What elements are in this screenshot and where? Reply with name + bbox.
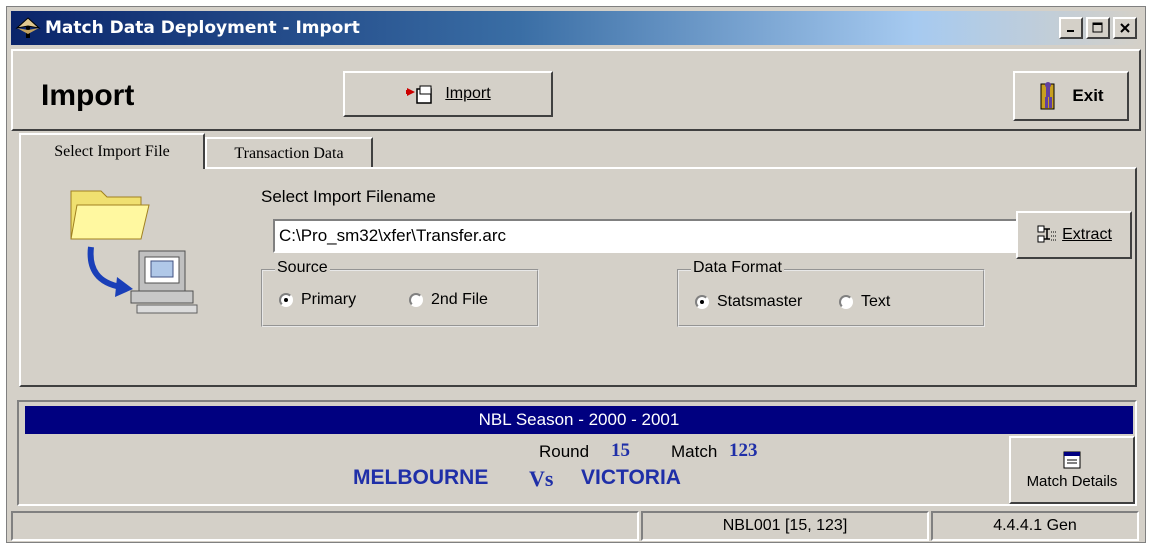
page-title: Import — [41, 79, 135, 112]
source-primary-radio[interactable]: Primary — [279, 291, 356, 309]
radio-label: Statsmaster — [717, 293, 803, 310]
radio-unselected-icon — [409, 293, 423, 307]
import-button-label: Import — [445, 85, 491, 102]
round-label: Round — [539, 442, 590, 461]
extract-button[interactable]: Extract — [1016, 211, 1132, 259]
radio-unselected-icon — [839, 295, 853, 309]
exit-button-label: Exit — [1072, 86, 1104, 105]
tab-control: Select Import File Transaction Data Sele… — [11, 133, 1141, 395]
extract-button-label: Extract — [1062, 226, 1112, 243]
status-left — [11, 511, 639, 541]
radio-label: Text — [861, 293, 891, 310]
computer-icon — [130, 250, 198, 314]
status-match-code: NBL001 [15, 123] — [641, 511, 929, 541]
close-button[interactable] — [1113, 17, 1137, 39]
match-details-button[interactable]: Match Details — [1009, 436, 1135, 504]
title-bar[interactable]: Match Data Deployment - Import — [11, 11, 1141, 45]
status-bar: NBL001 [15, 123] 4.4.4.1 Gen — [11, 511, 1141, 541]
import-illustration — [70, 190, 198, 314]
minimize-icon — [1067, 30, 1074, 32]
exit-icon — [1040, 82, 1055, 110]
format-text-radio[interactable]: Text — [839, 293, 890, 311]
tab-select-import-file[interactable]: Select Import File — [19, 133, 205, 169]
app-icon — [15, 17, 41, 38]
source-2nd-file-radio[interactable]: 2nd File — [409, 291, 488, 309]
maximize-button[interactable] — [1086, 17, 1110, 39]
folder-icon — [70, 190, 150, 240]
match-details-icon — [1063, 451, 1081, 468]
filename-input[interactable]: C:\Pro_sm32\xfer\Transfer.arc — [273, 219, 1018, 253]
match-label: Match — [671, 442, 718, 461]
filename-label: Select Import Filename — [261, 187, 436, 206]
extract-icon — [1037, 225, 1057, 243]
vs-label: Vs — [529, 466, 554, 491]
format-statsmaster-radio[interactable]: Statsmaster — [695, 293, 802, 311]
window-controls — [1059, 17, 1137, 39]
arrow-icon — [87, 246, 133, 297]
main-window: Match Data Deployment - Import Import Im… — [6, 6, 1146, 543]
data-format-group-title: Data Format — [691, 259, 784, 277]
data-format-group: Data Format Statsmaster Text — [677, 259, 985, 327]
away-team: VICTORIA — [581, 466, 681, 489]
window-title: Match Data Deployment - Import — [45, 18, 360, 38]
tab-panel-select-import-file: Select Import Filename C:\Pro_sm32\xfer\… — [19, 167, 1137, 387]
radio-label: 2nd File — [431, 291, 488, 308]
tab-label: Transaction Data — [234, 145, 344, 162]
radio-label: Primary — [301, 291, 357, 308]
import-icon — [406, 85, 433, 104]
round-value: 15 — [611, 440, 630, 461]
maximize-icon — [1092, 22, 1103, 33]
close-icon — [1120, 23, 1130, 33]
import-button[interactable]: Import — [343, 71, 553, 117]
radio-selected-icon — [695, 295, 709, 309]
season-bar: NBL Season - 2000 - 2001 — [25, 406, 1133, 434]
source-group: Source Primary 2nd File — [261, 259, 539, 327]
toolbar: Import Import Exit — [11, 49, 1141, 131]
minimize-button[interactable] — [1059, 17, 1083, 39]
match-value: 123 — [729, 440, 758, 461]
tab-transaction-data[interactable]: Transaction Data — [205, 137, 373, 169]
tab-label: Select Import File — [54, 143, 170, 160]
match-info-panel: NBL Season - 2000 - 2001 Round 15 Match … — [17, 400, 1137, 506]
status-version: 4.4.4.1 Gen — [931, 511, 1139, 541]
exit-button[interactable]: Exit — [1013, 71, 1129, 121]
match-details-label: Match Details — [1026, 472, 1118, 490]
home-team: MELBOURNE — [353, 466, 489, 489]
radio-selected-icon — [279, 293, 293, 307]
source-group-title: Source — [275, 259, 330, 277]
